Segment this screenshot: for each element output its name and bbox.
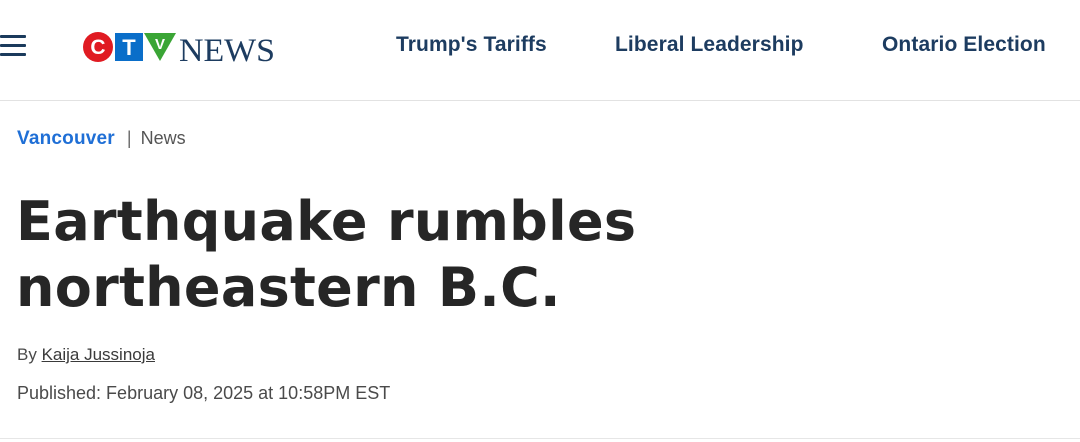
breadcrumb: Vancouver | News	[17, 128, 186, 150]
nav-link-ontario-election[interactable]: Ontario Election	[882, 33, 1046, 57]
byline-prefix: By	[17, 345, 37, 364]
menu-bar-bottom	[0, 53, 26, 56]
hamburger-menu-icon[interactable]	[0, 33, 27, 59]
menu-bar-top	[0, 35, 26, 38]
author-link[interactable]: Kaija Jussinoja	[42, 345, 155, 364]
ctv-news-logo-graphic: C T V NEWS	[83, 32, 275, 64]
article-byline: By Kaija Jussinoja	[17, 345, 155, 365]
logo-letter-c: C	[90, 36, 105, 59]
breadcrumb-section-link[interactable]: Vancouver	[17, 128, 115, 149]
logo-letter-v: V	[155, 36, 165, 53]
nav-link-liberal-leadership[interactable]: Liberal Leadership	[615, 33, 804, 57]
menu-bar-middle	[0, 44, 26, 47]
logo-wordmark: NEWS	[179, 33, 275, 64]
logo-letter-t: T	[122, 35, 136, 60]
published-timestamp: Published: February 08, 2025 at 10:58PM …	[17, 383, 391, 403]
nav-link-trumps-tariffs[interactable]: Trump's Tariffs	[396, 33, 547, 57]
ctv-news-logo[interactable]: C T V NEWS	[82, 30, 277, 64]
divider	[0, 438, 1080, 439]
article-headline: Earthquake rumbles northeastern B.C.	[16, 190, 637, 319]
breadcrumb-separator: |	[126, 128, 132, 148]
breadcrumb-subsection[interactable]: News	[141, 128, 186, 148]
site-header: C T V NEWS Trump's Tariffs Liberal Leade…	[0, 0, 1080, 101]
